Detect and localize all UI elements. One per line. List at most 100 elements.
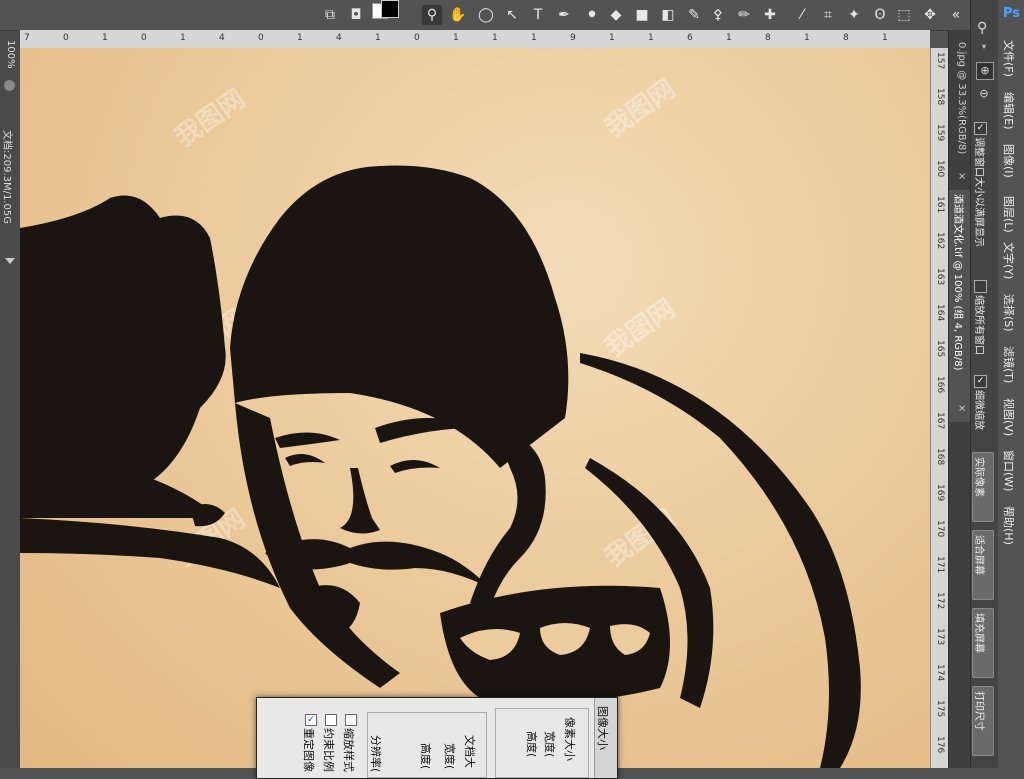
scrubby-zoom-checkbox[interactable]: ✓	[974, 375, 987, 388]
ruler-tick-label: 1	[297, 33, 303, 43]
ruler-tick-label: 160	[935, 160, 945, 178]
zoom-all-checkbox[interactable]	[974, 280, 987, 293]
ellipse-tool-icon[interactable]: ◯	[476, 5, 496, 25]
ruler-tick-label: 166	[935, 376, 945, 394]
brush-tool-icon[interactable]: ✏	[734, 5, 754, 25]
pixel-dims-label: 像素大小	[563, 717, 576, 761]
zoom-all-label: 缩放所有窗口	[973, 295, 984, 355]
ruler-tick-label: 1	[492, 33, 498, 43]
ruler-tick-label: 165	[935, 340, 945, 358]
foreground-color-swatch[interactable]	[381, 0, 399, 18]
fit-screen-button[interactable]: 适合屏幕	[972, 530, 994, 600]
lasso-tool-icon[interactable]: ʘ	[870, 5, 890, 25]
eyedropper-icon[interactable]: ⁄	[792, 5, 812, 25]
ruler-tick-label: 171	[935, 556, 945, 574]
magic-wand-icon[interactable]: ✦	[844, 5, 864, 25]
blur-tool-icon[interactable]: ◆	[606, 5, 626, 25]
scale-styles-checkbox[interactable]	[345, 714, 357, 726]
menu-image[interactable]: 图像(I)	[1001, 144, 1017, 178]
zoom-tool-icon[interactable]: ⚲	[422, 5, 442, 25]
menu-bar: Ps 文件(F) 编辑(E) 图像(I) 图层(L) 文字(Y) 选择(S) 滤…	[998, 0, 1024, 768]
zoom-in-icon[interactable]: ⊕	[976, 62, 994, 80]
ruler-tick-label: 158	[935, 88, 945, 106]
options-bar: ⧉ ◘ ⚲ ✋ ◯ ↖ T ✒ ⚫ ◆ ■ ◧ ✎ ⚴ ✏ ✚ ⁄ ⌗ ✦ ʘ …	[0, 0, 970, 31]
resize-windows-label: 调整窗口大小以满屏显示	[973, 137, 984, 247]
document-canvas[interactable]: 我图网 我图网 我图网 我图网 我图网 我图网	[20, 48, 930, 768]
dialog-title-bar[interactable]: 图像大小	[594, 698, 617, 778]
arrange-icon[interactable]: ⧉	[320, 5, 340, 25]
resample-checkbox[interactable]: ✓	[305, 714, 317, 726]
resize-windows-checkbox[interactable]: ✓	[974, 122, 987, 135]
tab-label: 0.jpg @ 33.3%(RGB/8)	[956, 42, 967, 155]
fill-screen-button[interactable]: 填充屏幕	[972, 608, 994, 678]
menu-layer[interactable]: 图层(L)	[1001, 196, 1017, 233]
menu-type[interactable]: 文字(Y)	[1001, 242, 1017, 279]
zoom-out-icon[interactable]: ⊖	[976, 86, 992, 102]
ruler-tick-label: 0	[258, 33, 264, 43]
eraser-tool-icon[interactable]: ◧	[658, 5, 678, 25]
dropdown-arrow-icon[interactable]: ▾	[982, 42, 986, 51]
hand-tool-icon[interactable]: ✋	[448, 5, 468, 25]
pixel-height-label: 高度(	[525, 731, 538, 758]
tab-label: 酒道酒文化.tif @ 100% (组 4, RGB/8)	[952, 194, 963, 371]
constrain-proportions-checkbox[interactable]	[325, 714, 337, 726]
tab-close-icon[interactable]: ×	[956, 404, 967, 412]
ink-figure-artwork	[20, 165, 861, 768]
menu-edit[interactable]: 编辑(E)	[1001, 92, 1017, 130]
document-size: 文档:209.3M/1.05G	[1, 130, 12, 225]
healing-brush-icon[interactable]: ✚	[760, 5, 780, 25]
clone-stamp-icon[interactable]: ⚴	[708, 5, 728, 25]
ruler-tick-label: 162	[935, 232, 945, 250]
type-tool-icon[interactable]: T	[528, 5, 548, 25]
gradient-tool-icon[interactable]: ■	[632, 5, 652, 25]
document-tabs: 0.jpg @ 33.3%(RGB/8) × 酒道酒文化.tif @ 100% …	[948, 30, 971, 768]
resolution-label: 分辨率(	[369, 735, 382, 773]
print-size-button[interactable]: 打印尺寸	[972, 686, 994, 756]
menu-select[interactable]: 选择(S)	[1001, 294, 1017, 332]
horizontal-ruler[interactable]: 70101401410111911618181	[20, 30, 930, 49]
actual-pixels-button[interactable]: 实际像素	[972, 452, 994, 522]
ruler-tick-label: 159	[935, 124, 945, 142]
tab-jiudao-tif[interactable]: 酒道酒文化.tif @ 100% (组 4, RGB/8) ×	[949, 190, 971, 422]
zoom-tool-icon[interactable]: ⚲	[977, 20, 987, 36]
vertical-ruler[interactable]: 157 158 159 160 161 162 163 164 165 166 167 168 169 1…	[930, 48, 949, 768]
menu-window[interactable]: 窗口(W)	[1001, 450, 1017, 491]
menu-help[interactable]: 帮助(H)	[1001, 506, 1017, 545]
ruler-tick-label: 1	[804, 33, 810, 43]
menu-file[interactable]: 文件(F)	[1001, 40, 1017, 77]
history-brush-icon[interactable]: ✎	[684, 5, 704, 25]
photoshop-logo: Ps	[1003, 6, 1021, 21]
ruler-tick-label: 157	[935, 52, 945, 70]
move-tool-icon[interactable]: ✥	[920, 5, 940, 25]
tab-0-jpg[interactable]: 0.jpg @ 33.3%(RGB/8) ×	[949, 40, 971, 190]
menu-view[interactable]: 视图(V)	[1001, 398, 1017, 436]
constrain-label: 约束比例	[322, 728, 335, 772]
ruler-tick-label: 0	[414, 33, 420, 43]
ruler-tick-label: 1	[531, 33, 537, 43]
status-strip: 100% 文档:209.3M/1.05G	[0, 30, 20, 768]
path-select-icon[interactable]: ↖	[502, 5, 522, 25]
ruler-tick-label: 9	[570, 33, 576, 43]
ruler-tick-label: 175	[935, 700, 945, 718]
ruler-tick-label: 7	[24, 33, 30, 43]
dialog-title: 图像大小	[596, 706, 609, 750]
quick-mask-icon[interactable]: ◘	[346, 5, 366, 25]
status-arrow-icon[interactable]	[5, 258, 15, 264]
dodge-tool-icon[interactable]: ⚫	[582, 5, 602, 25]
resample-label: 重定图像	[302, 728, 315, 772]
status-menu-icon[interactable]	[4, 80, 15, 91]
menu-filter[interactable]: 滤镜(T)	[1001, 346, 1017, 383]
ruler-tick-label: 6	[687, 33, 693, 43]
marquee-tool-icon[interactable]: ⬚	[894, 5, 914, 25]
ruler-tick-label: 1	[180, 33, 186, 43]
ruler-tick-label: 169	[935, 484, 945, 502]
collapse-icon[interactable]: «	[946, 5, 966, 25]
pen-tool-icon[interactable]: ✒	[554, 5, 574, 25]
ruler-tick-label: 161	[935, 196, 945, 214]
zoom-level[interactable]: 100%	[5, 40, 16, 69]
ruler-tick-label: 1	[609, 33, 615, 43]
crop-tool-icon[interactable]: ⌗	[818, 5, 838, 25]
tab-close-icon[interactable]: ×	[956, 172, 967, 180]
ruler-tick-label: 1	[648, 33, 654, 43]
image-size-dialog: 图像大小 像素大小 宽度( 高度( 文档大 宽度( 高度( 分辨率( 缩放样式 …	[256, 697, 618, 779]
